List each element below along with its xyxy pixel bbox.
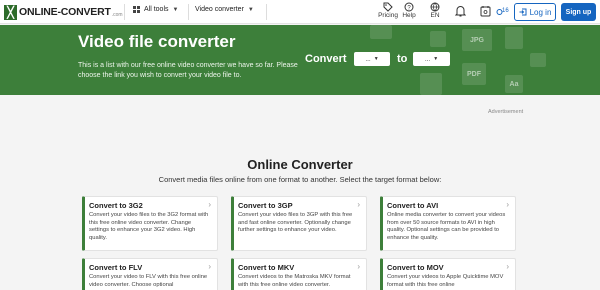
history-button[interactable]	[478, 5, 492, 17]
decorative-file-icon	[370, 25, 392, 39]
chevron-right-icon: ›	[357, 200, 360, 209]
section-title: Online Converter	[247, 157, 353, 172]
all-tools-label: All tools	[144, 6, 169, 13]
help-label: Help	[402, 12, 416, 19]
login-button[interactable]: Log in	[514, 3, 556, 21]
video-converter-menu[interactable]: Video converter ▼	[195, 6, 254, 13]
card-description: Convert your videos to Apple Quicktime M…	[387, 274, 504, 288]
card-title: Convert to FLV	[89, 263, 143, 272]
top-navigation: ╳ ONLINE-CONVERT .com All tools ▼ Video …	[0, 0, 600, 24]
converter-card-mkv[interactable]: Convert to MKV Convert videos to the Mat…	[231, 258, 367, 290]
divider	[266, 4, 267, 20]
decorative-pdf-icon: PDF	[462, 63, 486, 85]
target-format-value: ...	[424, 55, 431, 63]
bell-icon	[454, 6, 466, 17]
converter-card-flv[interactable]: Convert to FLV Convert your video to FLV…	[82, 258, 218, 290]
chevron-right-icon: ›	[208, 200, 211, 209]
decorative-jpg-icon: JPG	[462, 29, 492, 51]
card-description: Convert your video to FLV with this free…	[89, 274, 208, 288]
converter-card-3gp[interactable]: Convert to 3GP Convert your video files …	[231, 196, 367, 251]
hero-description: This is a list with our free online vide…	[78, 62, 298, 79]
card-title: Convert to 3GP	[238, 201, 293, 210]
pricing-link[interactable]: Pricing	[377, 2, 399, 19]
hero-banner: JPG PDF Aa Video file converter This is …	[0, 25, 600, 95]
section-subtitle: Convert media files online from one form…	[158, 175, 442, 184]
logo-text: ONLINE-CONVERT	[19, 6, 111, 18]
chevron-right-icon: ›	[208, 262, 211, 271]
converter-card-avi[interactable]: Convert to AVI Online media converter to…	[380, 196, 516, 251]
source-format-value: ...	[365, 55, 371, 63]
decorative-file-icon	[530, 53, 546, 67]
grid-icon	[133, 6, 140, 13]
chevron-down-icon: ▼	[172, 6, 179, 13]
decorative-chart-icon	[505, 27, 523, 49]
chevron-down-icon: ▼	[247, 6, 254, 13]
card-title: Convert to 3G2	[89, 201, 143, 210]
to-label: to	[397, 53, 408, 65]
converter-card-mov[interactable]: Convert to MOV Convert your videos to Ap…	[380, 258, 516, 290]
pricing-label: Pricing	[378, 12, 398, 19]
login-label: Log in	[529, 7, 552, 17]
card-description: Convert your video files to 3GP with thi…	[238, 212, 353, 234]
language-label: EN	[430, 12, 440, 19]
chevron-right-icon: ›	[506, 200, 509, 209]
advertisement-label: Advertisement	[488, 109, 524, 115]
notifications-button[interactable]	[453, 5, 467, 17]
help-icon: ?	[404, 2, 414, 12]
chevron-down-icon: ▼	[433, 56, 439, 62]
signup-label: Sign up	[565, 8, 592, 16]
source-format-select[interactable]: ... ▼	[354, 52, 390, 66]
chevron-down-icon: ▼	[373, 56, 379, 62]
card-description: Convert videos to the Matroska MKV forma…	[238, 274, 351, 288]
divider	[124, 4, 125, 20]
decorative-image-icon	[430, 31, 446, 47]
card-description: Online media converter to convert your v…	[387, 212, 506, 241]
page-title: Video file converter	[78, 32, 236, 51]
card-description: Convert your video files to the 3G2 form…	[89, 212, 209, 241]
language-selector[interactable]: EN	[426, 2, 444, 19]
convert-label: Convert	[305, 53, 347, 65]
globe-icon	[430, 2, 440, 12]
credits-count: 16	[502, 8, 509, 14]
site-logo[interactable]: ╳ ONLINE-CONVERT .com	[4, 4, 123, 20]
calendar-icon	[480, 6, 490, 17]
target-format-select[interactable]: ... ▼	[413, 52, 450, 66]
all-tools-menu[interactable]: All tools ▼	[133, 6, 178, 13]
decorative-font-icon: Aa	[505, 75, 523, 93]
logo-mark: ╳	[4, 4, 17, 20]
divider	[188, 4, 189, 20]
signup-button[interactable]: Sign up	[561, 3, 596, 21]
decorative-file-icon	[420, 73, 442, 95]
help-link[interactable]: ? Help	[400, 2, 418, 19]
card-title: Convert to AVI	[387, 201, 439, 210]
logo-tld: .com	[111, 12, 123, 18]
video-converter-label: Video converter	[195, 6, 244, 13]
card-title: Convert to MKV	[238, 263, 295, 272]
converter-card-3g2[interactable]: Convert to 3G2 Convert your video files …	[82, 196, 218, 251]
chevron-right-icon: ›	[506, 262, 509, 271]
card-title: Convert to MOV	[387, 263, 444, 272]
tag-icon	[383, 2, 393, 12]
login-icon	[519, 8, 527, 16]
chevron-right-icon: ›	[357, 262, 360, 271]
